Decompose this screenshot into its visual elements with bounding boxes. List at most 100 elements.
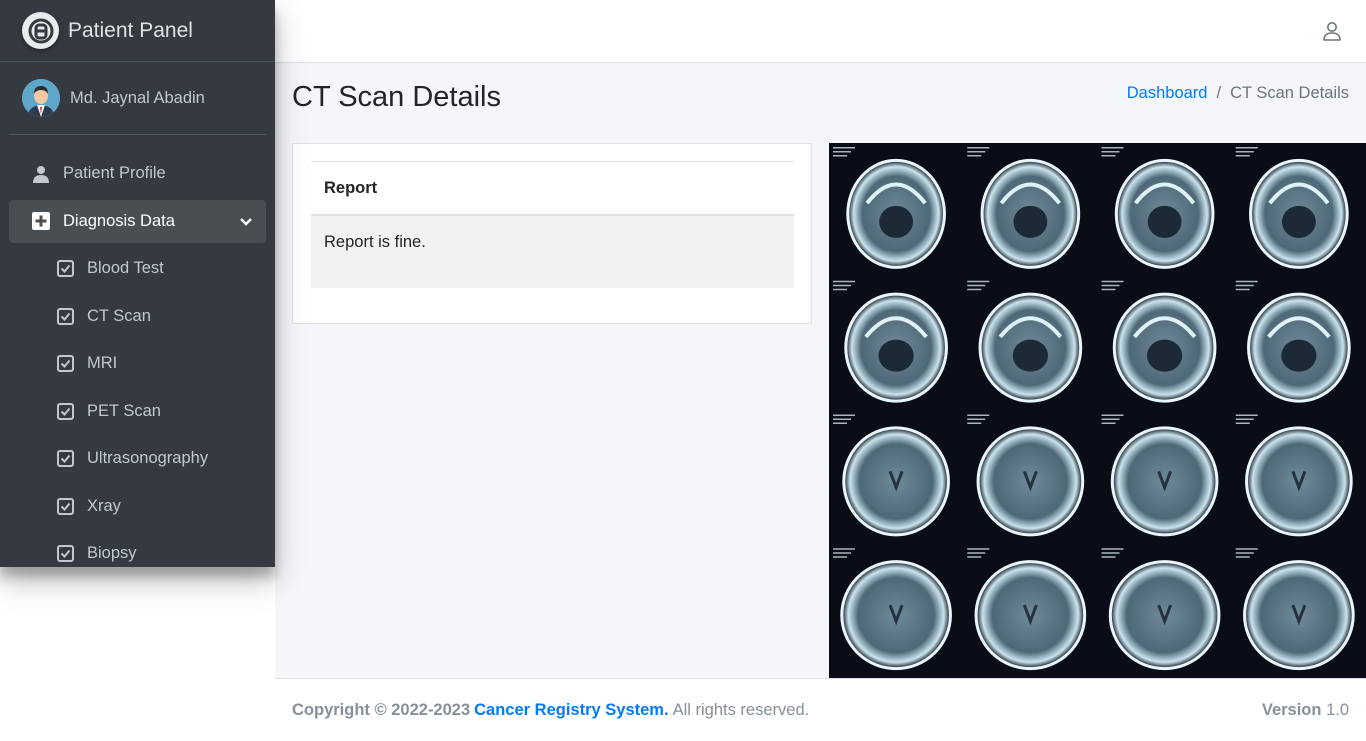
scan-slice-marker: [1235, 288, 1250, 291]
scan-slice-marker: [833, 556, 847, 558]
checkbox-icon: [56, 450, 74, 468]
checkbox-icon: [56, 260, 74, 278]
scan-slice-marker: [833, 288, 847, 291]
scan-slice-marker: [833, 284, 851, 287]
scan-slice-detail: [1281, 205, 1316, 238]
scan-slice-marker: [1101, 155, 1116, 157]
footer-copyright: Copyright © 2022-2023: [292, 700, 471, 719]
scan-slice-marker: [967, 556, 982, 558]
footer-rights: All rights reserved.: [672, 700, 810, 719]
scan-slice: [1245, 426, 1353, 537]
scan-slice-marker: [1101, 556, 1116, 558]
scan-slice-detail: [1147, 205, 1182, 238]
scan-slice-marker: [833, 414, 855, 416]
plus-square-icon: [31, 211, 51, 231]
breadcrumb-dashboard-link[interactable]: Dashboard: [1127, 84, 1208, 103]
breadcrumb: Dashboard / CT Scan Details: [1127, 84, 1349, 103]
footer-org-link[interactable]: Cancer Registry System.: [474, 701, 668, 720]
scan-slice-marker: [833, 552, 851, 554]
sidebar-item-biopsy[interactable]: Biopsy: [9, 532, 266, 567]
scan-slice-marker: [1235, 284, 1254, 287]
sidebar-item-patient-profile[interactable]: Patient Profile: [9, 152, 266, 195]
scan-slice: [1108, 560, 1221, 671]
brand-link[interactable]: Patient Panel: [0, 0, 275, 62]
scan-slice-marker: [1101, 151, 1120, 153]
scan-slice-marker: [833, 422, 847, 424]
scan-slice: [1110, 426, 1219, 537]
chevron-down-icon: [240, 212, 252, 231]
scan-slice: [974, 560, 1087, 671]
checkbox-icon: [56, 355, 74, 373]
sidebar-nav: Patient Profile Diagnosis Data Blood Tes…: [0, 135, 275, 567]
scan-slice-marker: [833, 280, 855, 283]
scan-slice-marker: [1235, 280, 1258, 283]
page-title: CT Scan Details: [292, 81, 501, 113]
scan-slice-marker: [1101, 548, 1124, 550]
ct-scan-image: [829, 143, 1366, 678]
user-account-icon[interactable]: [1322, 21, 1342, 41]
scan-slice-detail: [1147, 339, 1183, 372]
scan-slice-marker: [1101, 288, 1116, 291]
user-name: Md. Jaynal Abadin: [70, 88, 205, 107]
scan-slice-marker: [833, 418, 851, 420]
sidebar-item-label: Xray: [87, 496, 121, 515]
scan-slice-marker: [1235, 418, 1254, 420]
scan-slice-marker: [1235, 147, 1258, 149]
scan-slice-marker: [967, 418, 986, 420]
sidebar-item-label: Patient Profile: [63, 164, 166, 182]
scan-slice-marker: [967, 280, 990, 283]
sidebar-item-label: MRI: [87, 354, 118, 372]
brand-logo-icon: [22, 12, 59, 49]
scan-slice-detail: [1012, 339, 1048, 372]
report-text: Report is fine.: [311, 216, 794, 288]
user-panel[interactable]: Md. Jaynal Abadin: [9, 62, 266, 135]
scan-slice-marker: [967, 414, 990, 416]
sidebar: Patient Panel Md. Jaynal Abadin Patient: [0, 0, 275, 567]
scan-slice: [842, 426, 950, 537]
sidebar-item-pet-scan[interactable]: PET Scan: [9, 390, 266, 433]
scan-slice-marker: [967, 422, 982, 424]
scan-slice-marker: [967, 155, 982, 157]
scan-slice-marker: [1235, 155, 1250, 157]
sidebar-item-xray[interactable]: Xray: [9, 485, 266, 528]
scan-slice-detail: [879, 205, 914, 238]
scan-slice-detail: [878, 339, 914, 372]
brand-title: Patient Panel: [68, 18, 193, 42]
user-icon: [31, 164, 51, 184]
sidebar-item-label: Diagnosis Data: [63, 211, 175, 230]
scan-slice-marker: [833, 147, 855, 149]
scan-slice-marker: [1101, 552, 1120, 554]
checkbox-icon: [56, 402, 74, 420]
scan-slice-detail: [1281, 339, 1317, 372]
scan-slice: [976, 426, 1085, 537]
scan-slice-marker: [967, 552, 986, 554]
scan-slice: [1243, 560, 1355, 671]
report-table: Report Report is fine.: [311, 161, 794, 288]
sidebar-item-ct-scan[interactable]: CT Scan: [9, 295, 266, 338]
scan-slice-marker: [833, 151, 851, 153]
breadcrumb-current: CT Scan Details: [1230, 84, 1349, 102]
scan-slice-marker: [1101, 280, 1124, 283]
report-header: Report: [311, 161, 794, 216]
scan-slice-marker: [1101, 414, 1124, 416]
scan-slice-marker: [1235, 548, 1258, 550]
ct-scan-image-graphic: [829, 143, 1366, 678]
scan-slice-detail: [1013, 205, 1048, 238]
scan-slice-marker: [967, 548, 990, 550]
scan-slice-marker: [1235, 422, 1250, 424]
sidebar-item-diagnosis-data[interactable]: Diagnosis Data: [9, 199, 266, 243]
content-wrapper: CT Scan Details Dashboard / CT Scan Deta…: [275, 63, 1366, 678]
scan-slice-marker: [1235, 151, 1254, 153]
top-navbar: [275, 0, 1366, 63]
sidebar-item-label: Biopsy: [87, 544, 137, 562]
footer-version-value: 1.0: [1326, 700, 1349, 719]
footer: Copyright © 2022-2023 Cancer Registry Sy…: [275, 678, 1366, 741]
report-card: Report Report is fine.: [292, 143, 812, 324]
sidebar-item-mri[interactable]: MRI: [9, 342, 266, 385]
checkbox-icon: [56, 497, 74, 515]
sidebar-item-blood-test[interactable]: Blood Test: [9, 247, 266, 290]
scan-slice-marker: [1101, 147, 1124, 149]
sidebar-item-label: Ultrasonography: [87, 449, 209, 467]
sidebar-item-ultrasonography[interactable]: Ultrasonography: [9, 437, 266, 480]
scan-slice-marker: [1101, 418, 1120, 420]
